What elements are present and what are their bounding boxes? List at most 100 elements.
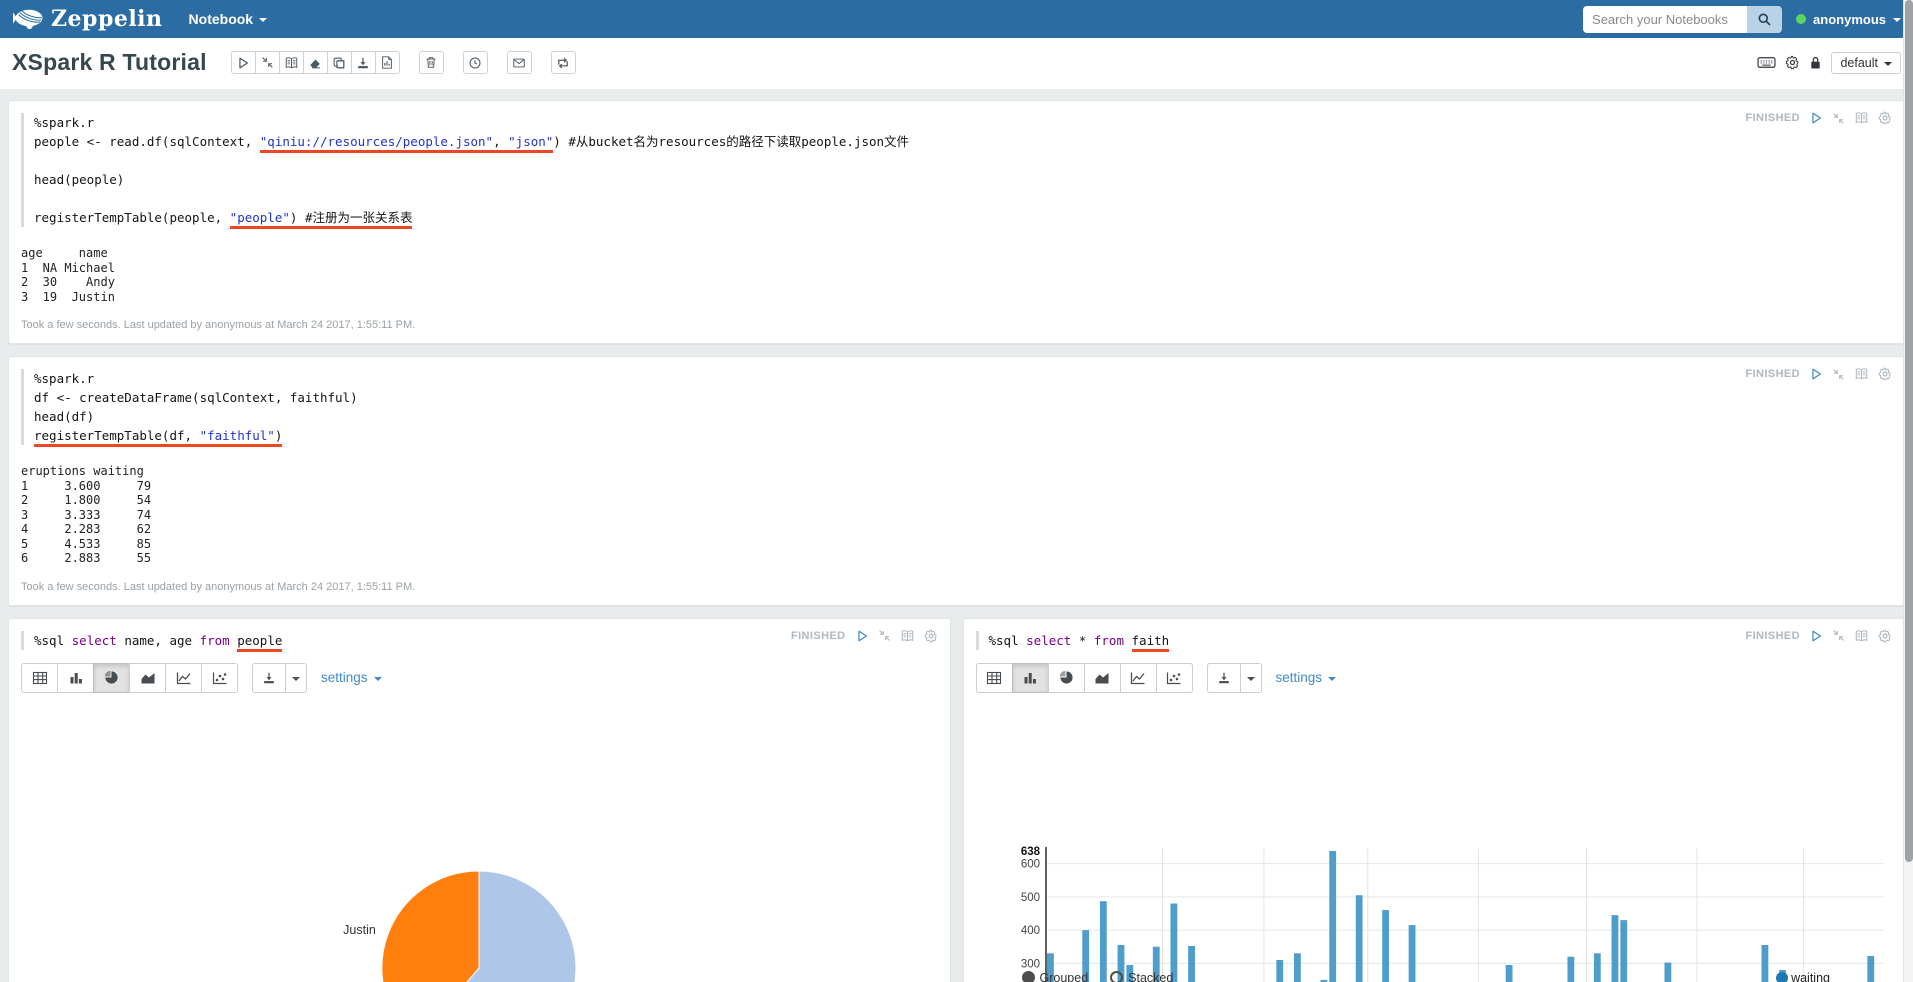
collapse-paragraph-button[interactable] <box>1832 629 1845 642</box>
bar[interactable] <box>1593 952 1601 982</box>
gear-icon <box>1878 111 1892 125</box>
legend-item[interactable]: waiting <box>1776 971 1830 982</box>
run-paragraph-button[interactable] <box>855 629 869 643</box>
bar[interactable] <box>1566 956 1574 982</box>
top-navbar: Zeppelin Notebook anonymous <box>0 0 1913 38</box>
bar[interactable] <box>1663 962 1671 982</box>
bar[interactable] <box>1611 914 1618 982</box>
chevron-down-icon <box>1893 18 1901 22</box>
view-mode-dropdown[interactable]: default <box>1831 51 1901 74</box>
permissions-button[interactable] <box>1809 55 1822 70</box>
line-chart-button[interactable] <box>1119 662 1157 693</box>
collapse-paragraph-button[interactable] <box>1832 112 1845 125</box>
show-editor-button[interactable] <box>1854 367 1869 381</box>
bar[interactable] <box>1275 959 1283 982</box>
bar[interactable] <box>1866 955 1874 982</box>
zeppelin-logo-icon <box>12 8 44 30</box>
scheduler-button[interactable] <box>462 51 488 74</box>
bar[interactable] <box>1187 945 1195 982</box>
run-paragraph-button[interactable] <box>1809 367 1823 381</box>
stacked-mode-radio[interactable]: Stacked <box>1110 971 1173 982</box>
bar-chart-button[interactable] <box>57 662 94 693</box>
table-view-button[interactable] <box>975 662 1013 693</box>
interpreter-binding-button[interactable] <box>1785 55 1800 70</box>
eraser-icon <box>308 56 322 70</box>
note-toolbar-group <box>230 51 400 74</box>
show-editor-button[interactable] <box>900 629 915 643</box>
collapse-code-button[interactable] <box>254 51 280 74</box>
bar[interactable] <box>1505 964 1513 982</box>
paragraph-settings-button[interactable] <box>1878 111 1892 125</box>
show-editor-button[interactable] <box>1854 629 1869 643</box>
chart-settings-toggle[interactable]: settings <box>1276 670 1337 685</box>
bar-mode-radios: Grouped Stacked <box>1021 971 1173 982</box>
pie-chart: AndyJustin <box>264 863 694 982</box>
paragraph-settings-button[interactable] <box>924 629 938 643</box>
user-menu[interactable]: anonymous <box>1796 12 1901 27</box>
search-input[interactable] <box>1583 5 1748 33</box>
paragraph-controls: FINISHED <box>1745 629 1892 643</box>
area-chart-button[interactable] <box>1083 662 1121 693</box>
bar[interactable] <box>1293 952 1301 982</box>
run-all-button[interactable] <box>230 51 256 74</box>
bar-legend: waiting <box>1776 971 1830 982</box>
paragraph-code-editor[interactable]: %spark.r df <- createDataFrame(sqlContext… <box>21 369 1892 447</box>
bar[interactable] <box>1408 924 1415 982</box>
pie-slice[interactable] <box>381 869 480 982</box>
download-options-button[interactable] <box>285 662 307 693</box>
clear-output-button[interactable] <box>302 51 328 74</box>
area-chart-button[interactable] <box>129 662 166 693</box>
delete-note-button[interactable] <box>418 51 444 74</box>
line-chart-button[interactable] <box>165 662 202 693</box>
chart-toolbar: settings <box>975 662 1893 693</box>
bar-chart-svg[interactable]: 01002003004005006006381.64.7834.44.8172.… <box>1004 843 1893 982</box>
grouped-mode-radio[interactable]: Grouped <box>1021 971 1088 982</box>
notebook-menu[interactable]: Notebook <box>189 11 268 27</box>
legend-dot-icon <box>1776 971 1789 982</box>
bar[interactable] <box>1761 944 1768 982</box>
paragraph-settings-button[interactable] <box>1878 629 1892 643</box>
clone-note-button[interactable] <box>326 51 352 74</box>
pie-chart-svg[interactable]: AndyJustin <box>264 863 694 982</box>
pie-chart-icon <box>1059 670 1074 685</box>
table-view-button[interactable] <box>21 662 58 693</box>
show-output-button[interactable] <box>278 51 304 74</box>
line-chart-icon <box>1130 671 1146 685</box>
publish-button[interactable] <box>506 51 532 74</box>
collapse-paragraph-button[interactable] <box>878 629 891 642</box>
zeppelin-brand[interactable]: Zeppelin <box>12 6 163 32</box>
paragraph-settings-button[interactable] <box>1878 367 1892 381</box>
compress-icon <box>1832 112 1845 125</box>
download-data-button[interactable] <box>252 662 286 693</box>
search-button[interactable] <box>1747 5 1783 33</box>
show-editor-button[interactable] <box>1854 111 1869 125</box>
pie-chart-button[interactable] <box>93 662 130 693</box>
book-icon <box>1854 367 1869 381</box>
clone-icon <box>332 56 346 70</box>
note-title[interactable]: XSpark R Tutorial <box>12 49 207 76</box>
run-paragraph-button[interactable] <box>1809 111 1823 125</box>
download-data-button[interactable] <box>1206 662 1241 693</box>
bar[interactable] <box>1355 894 1363 982</box>
settings-label: settings <box>321 670 368 685</box>
chart-settings-toggle[interactable]: settings <box>321 670 382 685</box>
pie-chart-button[interactable] <box>1047 662 1085 693</box>
paragraph-row: FINISHED %sql select name, age from peop… <box>8 617 1905 982</box>
paragraph-output: eruptions waiting 1 3.600 79 2 1.800 54 3 3… <box>21 464 152 565</box>
version-control-button[interactable] <box>550 51 576 74</box>
bar[interactable] <box>1381 909 1389 982</box>
paragraph-code-editor[interactable]: %spark.r people <- read.df(sqlContext, "q… <box>21 113 1892 229</box>
scatter-chart-button[interactable] <box>201 662 238 693</box>
bar[interactable] <box>1619 919 1627 982</box>
connection-status-dot <box>1796 14 1807 24</box>
run-paragraph-button[interactable] <box>1809 629 1823 643</box>
commit-note-button[interactable] <box>374 51 400 74</box>
download-options-button[interactable] <box>1239 662 1262 693</box>
scrollbar-thumb[interactable] <box>1905 0 1913 862</box>
export-note-button[interactable] <box>350 51 376 74</box>
shortcut-keyboard-button[interactable] <box>1757 55 1776 70</box>
bar-chart-button[interactable] <box>1011 662 1049 693</box>
collapse-paragraph-button[interactable] <box>1832 368 1845 381</box>
bar[interactable] <box>1328 850 1336 982</box>
scatter-chart-button[interactable] <box>1155 662 1193 693</box>
